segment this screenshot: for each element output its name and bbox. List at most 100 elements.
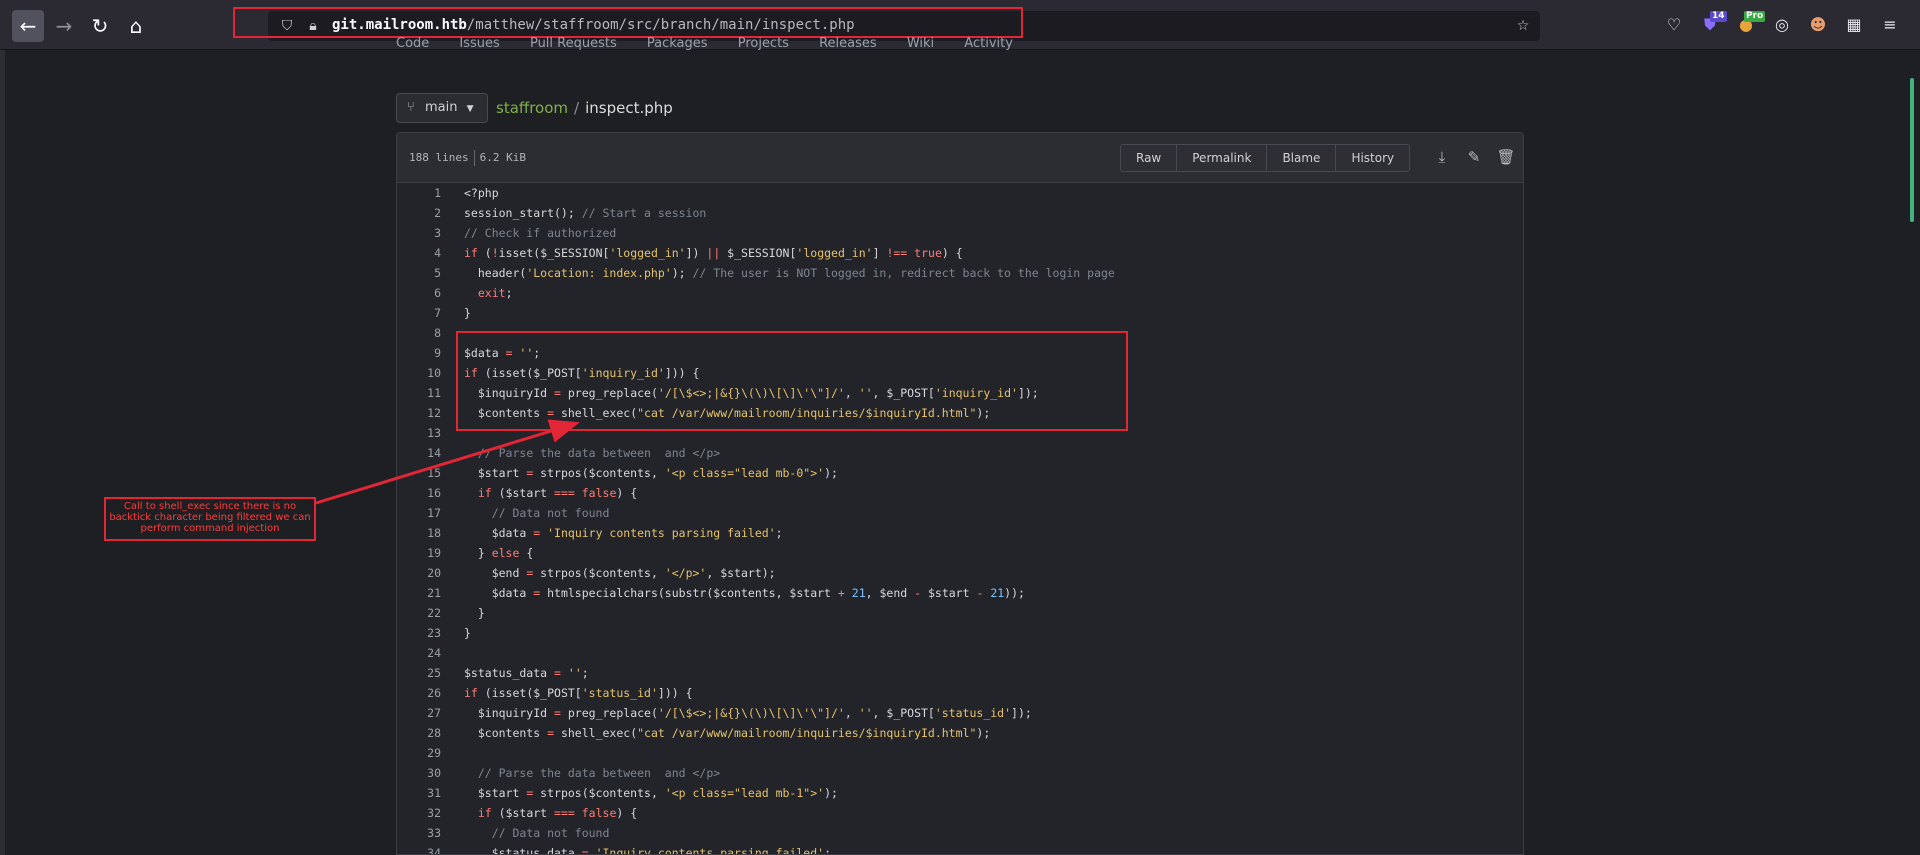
branch-name: main xyxy=(424,100,458,115)
tab-code[interactable]: Code xyxy=(396,36,429,50)
tab-activity[interactable]: Activity xyxy=(964,36,1013,50)
extension-fox-icon[interactable]: ● Pro xyxy=(1734,11,1766,37)
code-line: 6 exit; xyxy=(397,283,1523,303)
line-code: $start = strpos($contents, '<p class="le… xyxy=(464,786,838,800)
page-scrollbar[interactable] xyxy=(1910,78,1914,222)
code-line: 34 $status_data = 'Inquiry contents pars… xyxy=(397,843,1523,855)
line-code: $start = strpos($contents, '<p class="le… xyxy=(464,466,838,480)
line-number[interactable]: 27 xyxy=(397,703,441,723)
line-number[interactable]: 13 xyxy=(397,423,441,443)
code-line: 2 session_start(); // Start a session xyxy=(397,203,1523,223)
reload-icon[interactable]: ↻ xyxy=(84,10,116,42)
line-number[interactable]: 18 xyxy=(397,523,441,543)
forward-icon[interactable]: → xyxy=(48,10,80,42)
line-code: $data = htmlspecialchars(substr($content… xyxy=(464,586,1025,600)
line-number[interactable]: 6 xyxy=(397,283,441,303)
code-line: 19 } else { xyxy=(397,543,1523,563)
line-code: $inquiryId = preg_replace('/[\$<>;|&{}\(… xyxy=(464,706,1032,720)
tab-issues[interactable]: Issues xyxy=(459,36,499,50)
line-number[interactable]: 17 xyxy=(397,503,441,523)
line-number[interactable]: 11 xyxy=(397,383,441,403)
annotation-callout: Call to shell_exec since there is no bac… xyxy=(104,497,316,541)
breadcrumb-separator: / xyxy=(574,99,580,117)
code-listing: 1 <?php 2 session_start(); // Start a sessi… xyxy=(397,183,1523,855)
tab-pull-requests[interactable]: Pull Requests xyxy=(530,36,617,50)
line-number[interactable]: 26 xyxy=(397,683,441,703)
file-meta: 188 lines 6.2 KiB xyxy=(409,150,526,166)
line-number[interactable]: 2 xyxy=(397,203,441,223)
line-number[interactable]: 34 xyxy=(397,843,441,854)
line-number[interactable]: 32 xyxy=(397,803,441,823)
extension-shield-icon[interactable]: ⛊ 14 xyxy=(1698,11,1727,37)
code-line: 22 } xyxy=(397,603,1523,623)
line-number[interactable]: 25 xyxy=(397,663,441,683)
line-code: if (isset($_POST['status_id'])) { xyxy=(464,686,693,700)
raw-button[interactable]: Raw xyxy=(1121,145,1178,171)
line-number[interactable]: 33 xyxy=(397,823,441,843)
tab-packages[interactable]: Packages xyxy=(647,36,708,50)
line-number[interactable]: 10 xyxy=(397,363,441,383)
code-line: 4 if (!isset($_SESSION['logged_in']) || $… xyxy=(397,243,1523,263)
line-code: } xyxy=(464,626,471,640)
home-icon[interactable]: ⌂ xyxy=(120,10,152,42)
tab-wiki[interactable]: Wiki xyxy=(907,36,934,50)
pocket-icon[interactable]: ♡ xyxy=(1662,13,1686,37)
line-number[interactable]: 7 xyxy=(397,303,441,323)
code-line: 5 header('Location: index.php'); // The … xyxy=(397,263,1523,283)
line-number[interactable]: 30 xyxy=(397,763,441,783)
tab-releases[interactable]: Releases xyxy=(819,36,877,50)
blame-button[interactable]: Blame xyxy=(1267,145,1337,171)
line-number[interactable]: 20 xyxy=(397,563,441,583)
line-number[interactable]: 21 xyxy=(397,583,441,603)
download-icon[interactable]: ⤓ xyxy=(1431,146,1453,168)
line-code: $data = 'Inquiry contents parsing failed… xyxy=(464,526,783,540)
line-number[interactable]: 28 xyxy=(397,723,441,743)
line-number[interactable]: 29 xyxy=(397,743,441,763)
line-number[interactable]: 22 xyxy=(397,603,441,623)
menu-icon[interactable]: ≡ xyxy=(1878,13,1902,37)
line-number[interactable]: 14 xyxy=(397,443,441,463)
line-number[interactable]: 16 xyxy=(397,483,441,503)
line-number[interactable]: 15 xyxy=(397,463,441,483)
extension-face-icon[interactable]: ☻ xyxy=(1806,13,1830,37)
line-number[interactable]: 12 xyxy=(397,403,441,423)
permalink-button[interactable]: Permalink xyxy=(1177,145,1268,171)
back-icon[interactable]: ← xyxy=(12,10,44,42)
line-code: // Data not found xyxy=(491,826,610,840)
line-number[interactable]: 4 xyxy=(397,243,441,263)
history-button[interactable]: History xyxy=(1336,145,1410,171)
bookmark-star-icon[interactable]: ☆ xyxy=(1514,17,1532,35)
line-number[interactable]: 19 xyxy=(397,543,441,563)
code-line: 23} xyxy=(397,623,1523,643)
trash-icon[interactable]: 🗑︎ xyxy=(1495,146,1517,168)
branch-selector[interactable]: ⑂ main ▼ xyxy=(396,93,488,123)
line-code: $status_data = ''; xyxy=(464,666,589,680)
file-size: 6.2 KiB xyxy=(479,151,526,164)
edit-icon[interactable]: ✎ xyxy=(1463,146,1485,168)
line-number[interactable]: 8 xyxy=(397,323,441,343)
line-number[interactable]: 9 xyxy=(397,343,441,363)
line-code: // Parse the data between and </p> xyxy=(477,766,721,780)
line-code: } else { xyxy=(464,546,534,560)
line-number[interactable]: 1 xyxy=(397,183,441,203)
code-line: 27 $inquiryId = preg_replace('/[\$<>;|&{… xyxy=(397,703,1523,723)
tab-projects[interactable]: Projects xyxy=(738,36,789,50)
line-number[interactable]: 31 xyxy=(397,783,441,803)
line-number[interactable]: 3 xyxy=(397,223,441,243)
line-code: // Data not found xyxy=(491,506,610,520)
code-line: 30 // Parse the data between and </p> xyxy=(397,763,1523,783)
line-code: if (!isset($_SESSION['logged_in']) || $_… xyxy=(464,246,963,260)
line-code: $status_data = 'Inquiry contents parsing… xyxy=(464,846,831,855)
code-line: 26 if (isset($_POST['status_id'])) { xyxy=(397,683,1523,703)
cookie-icon[interactable]: ◎ xyxy=(1770,13,1794,37)
line-number[interactable]: 5 xyxy=(397,263,441,283)
breadcrumb-repo[interactable]: staffroom xyxy=(496,99,568,117)
branch-icon: ⑂ xyxy=(407,100,415,115)
code-line: 16 if ($start === false) { xyxy=(397,483,1523,503)
code-line: 28 $contents = shell_exec("cat /var/www/… xyxy=(397,723,1523,743)
qr-code-icon[interactable]: ▦ xyxy=(1842,13,1866,37)
line-number[interactable]: 23 xyxy=(397,623,441,643)
code-line: 1 <?php xyxy=(397,183,1523,203)
line-number[interactable]: 24 xyxy=(397,643,441,663)
url-highlight-box xyxy=(233,7,1023,38)
